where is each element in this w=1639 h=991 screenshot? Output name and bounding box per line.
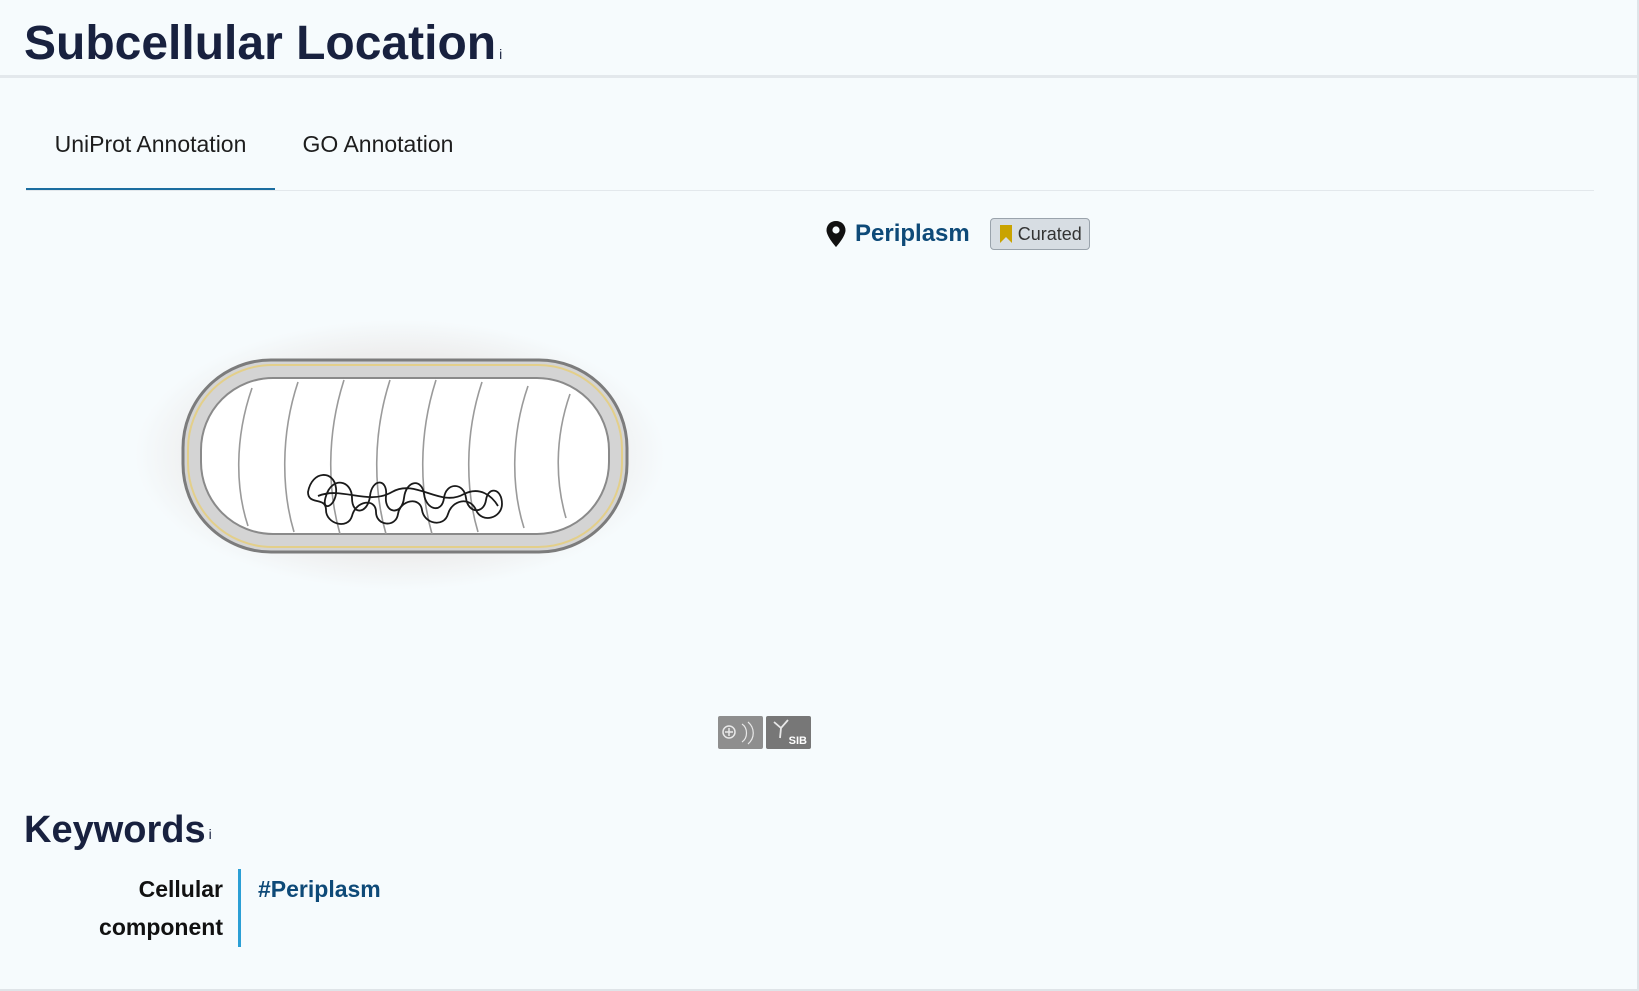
bookmark-icon [999, 225, 1012, 243]
cell-diagram [135, 320, 665, 590]
subcellular-location-title: Subcellular Location i [24, 14, 502, 74]
info-icon[interactable]: i [499, 46, 502, 62]
inner-membrane [200, 377, 610, 535]
location-entry: Periplasm Curated [826, 214, 1090, 254]
swissbiopics-icon [722, 721, 754, 745]
swissbiopics-logo[interactable] [718, 716, 763, 749]
keyword-divider [238, 869, 241, 947]
title-divider [0, 75, 1637, 78]
sib-logo[interactable]: SIB [766, 716, 811, 749]
sib-logo-label: SIB [788, 735, 807, 747]
keywords-title-text: Keywords [24, 809, 206, 851]
tab-go-annotation[interactable]: GO Annotation [275, 108, 481, 188]
annotation-tabs: UniProt Annotation GO Annotation [26, 108, 1594, 191]
logo-strip: SIB [718, 716, 811, 749]
curated-badge: Curated [989, 218, 1090, 250]
curated-badge-label: Curated [1017, 223, 1082, 244]
map-pin-icon [826, 221, 846, 247]
subcellular-location-title-text: Subcellular Location [24, 17, 497, 70]
info-icon[interactable]: i [209, 826, 212, 842]
location-link[interactable]: Periplasm [855, 220, 970, 248]
keyword-category-label: Cellular component [99, 876, 223, 940]
keywords-title: Keywords i [24, 806, 212, 854]
keyword-link[interactable]: #Periplasm [258, 876, 381, 903]
tab-uniprot-annotation[interactable]: UniProt Annotation [26, 108, 275, 190]
